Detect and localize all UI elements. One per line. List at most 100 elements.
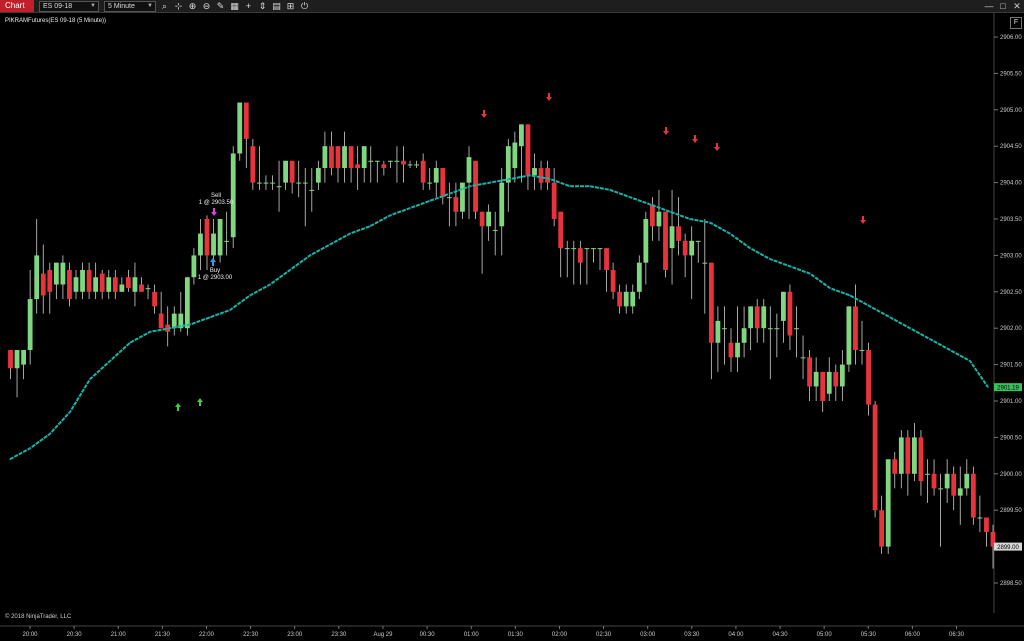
up-candle bbox=[132, 277, 138, 292]
minimize-button[interactable]: — bbox=[982, 0, 996, 12]
down-candle bbox=[650, 204, 655, 227]
up-candle bbox=[53, 262, 59, 285]
pencil-icon[interactable]: ✎ bbox=[215, 1, 226, 12]
price-tick-label: 2906.00 bbox=[1000, 35, 1022, 41]
moving-average-dot bbox=[789, 265, 791, 268]
down-candle bbox=[47, 269, 53, 292]
moving-average-dot bbox=[649, 203, 651, 206]
up-candle bbox=[564, 248, 570, 250]
moving-average-dot bbox=[909, 327, 911, 329]
time-tick-label: 05:00 bbox=[817, 632, 833, 638]
grid-icon[interactable]: ▤ bbox=[271, 1, 282, 12]
moving-average-dot bbox=[809, 272, 811, 275]
moving-average-dot bbox=[569, 185, 571, 187]
down-candle bbox=[708, 262, 714, 343]
zoom-in-icon[interactable]: ⊕ bbox=[187, 1, 198, 12]
down-candle bbox=[853, 306, 858, 351]
close-button[interactable]: ✕ bbox=[1010, 0, 1024, 12]
interval-select[interactable]: 5 Minute ▼ bbox=[104, 0, 156, 12]
down-candle bbox=[754, 306, 760, 329]
crosshair-icon[interactable]: ⊹ bbox=[173, 1, 184, 12]
moving-average-dot bbox=[489, 181, 491, 184]
down-candle bbox=[892, 459, 898, 474]
moving-average-dot bbox=[969, 360, 971, 362]
zoom-out-icon[interactable]: ⊖ bbox=[201, 1, 212, 12]
down-candle bbox=[872, 404, 878, 511]
down-candle bbox=[440, 168, 446, 198]
plus-icon[interactable]: + bbox=[243, 1, 254, 12]
up-candle bbox=[519, 124, 524, 147]
up-candle bbox=[315, 168, 321, 183]
price-chart[interactable]: 2906.00 2905.50 2905.00 2904.50 2904.00 2903.… bbox=[0, 13, 1024, 641]
moving-average-dot bbox=[729, 232, 731, 235]
down-candle bbox=[158, 313, 164, 329]
up-candle bbox=[374, 160, 380, 162]
moving-average-dot bbox=[429, 200, 431, 202]
sell-signal-arrow bbox=[860, 216, 866, 224]
down-candle bbox=[951, 473, 957, 496]
trade-icon[interactable]: ⊞ bbox=[285, 1, 296, 12]
moving-average-dot bbox=[109, 360, 111, 362]
properties-icon[interactable]: ▦ bbox=[229, 1, 240, 12]
up-candle bbox=[60, 262, 66, 285]
up-candle bbox=[912, 437, 917, 474]
arrows-icon[interactable]: ⇕ bbox=[257, 1, 268, 12]
down-candle bbox=[918, 437, 924, 482]
down-candle bbox=[879, 510, 885, 547]
sell-execution-marker bbox=[211, 208, 217, 216]
up-candle bbox=[623, 291, 629, 307]
moving-average-dot bbox=[449, 192, 451, 195]
time-tick-label: 06:30 bbox=[949, 632, 965, 638]
up-candle bbox=[106, 277, 112, 292]
f-button[interactable]: F bbox=[1010, 17, 1022, 29]
down-candle bbox=[479, 211, 485, 227]
down-candle bbox=[577, 248, 583, 263]
up-candle bbox=[270, 182, 275, 184]
up-candle bbox=[257, 182, 262, 184]
down-candle bbox=[139, 284, 144, 292]
time-tick-label: 22:00 bbox=[199, 632, 215, 638]
price-tick-label: 2905.00 bbox=[1000, 108, 1022, 114]
down-candle bbox=[820, 371, 826, 401]
up-candle bbox=[499, 182, 505, 227]
up-candle bbox=[584, 248, 590, 250]
up-candle bbox=[767, 328, 773, 330]
up-candle bbox=[735, 342, 740, 358]
up-candle bbox=[702, 262, 708, 264]
moving-average-dot bbox=[629, 196, 631, 198]
moving-average-line bbox=[9, 174, 989, 461]
moving-average-dot bbox=[369, 225, 371, 227]
chart-tab[interactable]: Chart bbox=[0, 0, 34, 12]
sell-signal-arrow bbox=[481, 110, 487, 118]
up-candle bbox=[885, 459, 891, 547]
magnifier-icon[interactable]: ⌕ bbox=[159, 1, 170, 12]
up-candle bbox=[21, 350, 26, 365]
maximize-button[interactable]: □ bbox=[996, 0, 1010, 12]
down-candle bbox=[335, 146, 341, 169]
up-candle bbox=[119, 284, 125, 292]
buy-label: Buy bbox=[209, 268, 221, 274]
down-candle bbox=[538, 168, 544, 183]
down-candle bbox=[453, 197, 459, 212]
down-candle bbox=[525, 124, 531, 176]
moving-average-dot bbox=[29, 447, 31, 450]
instrument-label: PIKRAMFutures(ES 09-18 (5 Minute)) bbox=[5, 18, 107, 24]
down-candle bbox=[86, 269, 92, 292]
sell-signal-arrow bbox=[692, 135, 698, 143]
time-tick-label: 21:00 bbox=[111, 632, 127, 638]
sell-label: Sell bbox=[210, 193, 221, 199]
power-icon[interactable]: ⏻ bbox=[299, 1, 310, 12]
instrument-select-value: ES 09-18 bbox=[43, 2, 73, 10]
up-candle bbox=[145, 288, 151, 290]
moving-average-dot bbox=[469, 185, 471, 187]
down-candle bbox=[676, 226, 681, 241]
down-candle bbox=[348, 146, 354, 169]
down-candle bbox=[905, 437, 911, 474]
time-tick-label: 22:30 bbox=[243, 632, 259, 638]
moving-average-dot bbox=[149, 331, 151, 333]
up-candle bbox=[460, 182, 465, 212]
up-candle bbox=[938, 488, 943, 490]
instrument-select[interactable]: ES 09-18 ▼ bbox=[39, 0, 99, 12]
moving-average-dot bbox=[669, 211, 671, 213]
up-candle bbox=[512, 142, 518, 169]
